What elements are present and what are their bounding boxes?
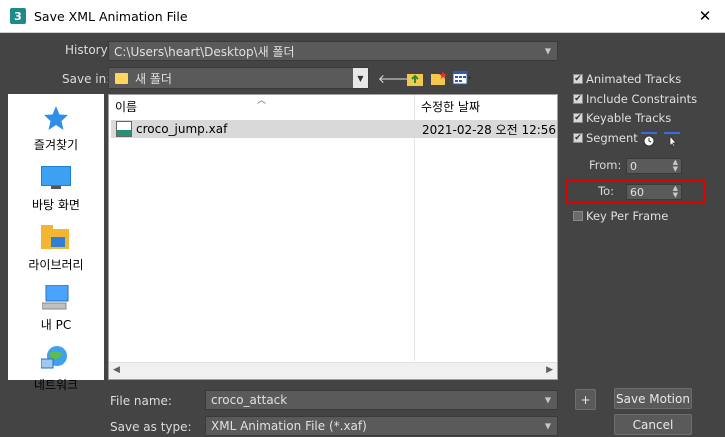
file-list[interactable]: 이름 ︿ 수정한 날짜 croco_jump.xaf 2021-02-28 오전…	[108, 94, 558, 380]
place-desktop-label: 바탕 화면	[32, 198, 80, 212]
folder-icon	[115, 72, 128, 84]
include-constraints-checkbox[interactable]: ✔	[573, 94, 583, 104]
column-header-name[interactable]: 이름 ︿	[109, 95, 414, 117]
from-spinner[interactable]: 0 ▲ ▼	[626, 158, 682, 174]
include-constraints-label: Include Constraints	[586, 92, 698, 106]
title-bar: 3 Save XML Animation File ✕	[0, 0, 725, 33]
keyable-tracks-label: Keyable Tracks	[586, 111, 672, 125]
animated-tracks-label: Animated Tracks	[586, 72, 682, 86]
save-in-label: Save in:	[62, 72, 111, 86]
places-bar: 즐겨찾기 바탕 화면 라이브러리 내 PC 네트워크	[8, 94, 104, 392]
file-row[interactable]: croco_jump.xaf 2021-02-28 오전 12:56	[111, 120, 557, 138]
back-arrow-icon[interactable]: 🡐	[378, 69, 410, 87]
segment-option[interactable]: ✔ Segment	[573, 131, 638, 145]
new-folder-icon[interactable]	[430, 69, 448, 87]
keyable-tracks-checkbox[interactable]: ✔	[573, 113, 583, 123]
sort-ascending-icon: ︿	[257, 96, 267, 106]
to-value: 60	[630, 185, 644, 199]
network-icon	[41, 344, 71, 372]
save-as-type-value: XML Animation File (*.xaf)	[211, 419, 367, 433]
save-motion-button[interactable]: Save Motion	[614, 388, 692, 409]
save-in-dropdown[interactable]: 새 폴더 ▼	[108, 67, 369, 89]
to-spinner[interactable]: 60 ▲ ▼	[626, 184, 682, 200]
place-network-label: 네트워크	[33, 378, 79, 392]
file-name-value: croco_attack	[211, 393, 288, 407]
place-this-pc[interactable]: 내 PC	[8, 284, 104, 344]
history-label: History:	[65, 43, 111, 57]
pc-icon	[41, 284, 71, 312]
file-name-label: File name:	[110, 394, 172, 408]
from-label: From:	[589, 158, 622, 172]
place-desktop[interactable]: 바탕 화면	[8, 164, 104, 224]
library-icon	[41, 224, 71, 252]
key-per-frame-label: Key Per Frame	[586, 209, 669, 223]
close-button[interactable]: ✕	[685, 0, 725, 32]
xaf-file-icon	[116, 121, 132, 137]
to-label: To:	[598, 184, 614, 198]
place-favorites[interactable]: 즐겨찾기	[8, 104, 104, 164]
file-row-name: croco_jump.xaf	[136, 122, 228, 136]
spinner-arrows-icon[interactable]: ▲ ▼	[673, 159, 678, 173]
column-header-date[interactable]: 수정한 날짜	[415, 95, 557, 117]
key-per-frame-option[interactable]: Key Per Frame	[573, 209, 668, 223]
cancel-button[interactable]: Cancel	[614, 414, 692, 435]
place-network[interactable]: 네트워크	[8, 344, 104, 404]
chevron-down-icon[interactable]: ▼	[545, 396, 551, 405]
segment-label: Segment	[586, 131, 638, 145]
spinner-arrows-icon[interactable]: ▲ ▼	[673, 185, 678, 199]
place-favorites-label: 즐겨찾기	[33, 138, 79, 152]
save-as-type-dropdown[interactable]: XML Animation File (*.xaf) ▼	[205, 416, 558, 436]
view-menu-icon[interactable]	[453, 69, 471, 87]
save-in-value: 새 폴더	[135, 71, 172, 86]
star-icon	[41, 104, 71, 132]
place-this-pc-label: 내 PC	[40, 318, 72, 332]
keyable-tracks-option[interactable]: ✔ Keyable Tracks	[573, 111, 671, 125]
history-dropdown[interactable]: C:\Users\heart\Desktop\새 폴더 ▼	[108, 41, 558, 61]
file-name-input[interactable]: croco_attack ▼	[205, 390, 558, 410]
key-per-frame-checkbox[interactable]	[573, 211, 583, 221]
horizontal-scrollbar[interactable]: ◀ ▶	[109, 362, 557, 379]
place-libraries-label: 라이브러리	[28, 258, 84, 272]
desktop-icon	[41, 164, 71, 192]
animated-tracks-checkbox[interactable]: ✔	[573, 74, 583, 84]
3dsmax-app-icon: 3	[10, 8, 26, 24]
history-value: C:\Users\heart\Desktop\새 폴더	[114, 44, 295, 59]
file-row-date: 2021-02-28 오전 12:56	[422, 122, 557, 137]
place-libraries[interactable]: 라이브러리	[8, 224, 104, 284]
save-as-type-label: Save as type:	[110, 420, 192, 434]
pick-range-icon[interactable]	[664, 131, 680, 150]
scroll-left-icon[interactable]: ◀	[113, 365, 120, 375]
add-button[interactable]: +	[575, 389, 596, 410]
animated-tracks-option[interactable]: ✔ Animated Tracks	[573, 72, 681, 86]
chevron-down-icon: ▼	[544, 46, 551, 56]
scroll-right-icon[interactable]: ▶	[546, 365, 553, 375]
segment-checkbox[interactable]: ✔	[573, 133, 583, 143]
chevron-down-icon: ▼	[544, 421, 551, 431]
chevron-down-icon[interactable]: ▼	[353, 68, 368, 88]
up-folder-icon[interactable]	[406, 69, 424, 87]
time-config-icon[interactable]	[641, 131, 657, 150]
window-title: Save XML Animation File	[34, 8, 188, 24]
column-name-label: 이름	[115, 99, 138, 114]
include-constraints-option[interactable]: ✔ Include Constraints	[573, 92, 697, 106]
from-value: 0	[630, 159, 637, 173]
column-date-label: 수정한 날짜	[421, 99, 481, 114]
